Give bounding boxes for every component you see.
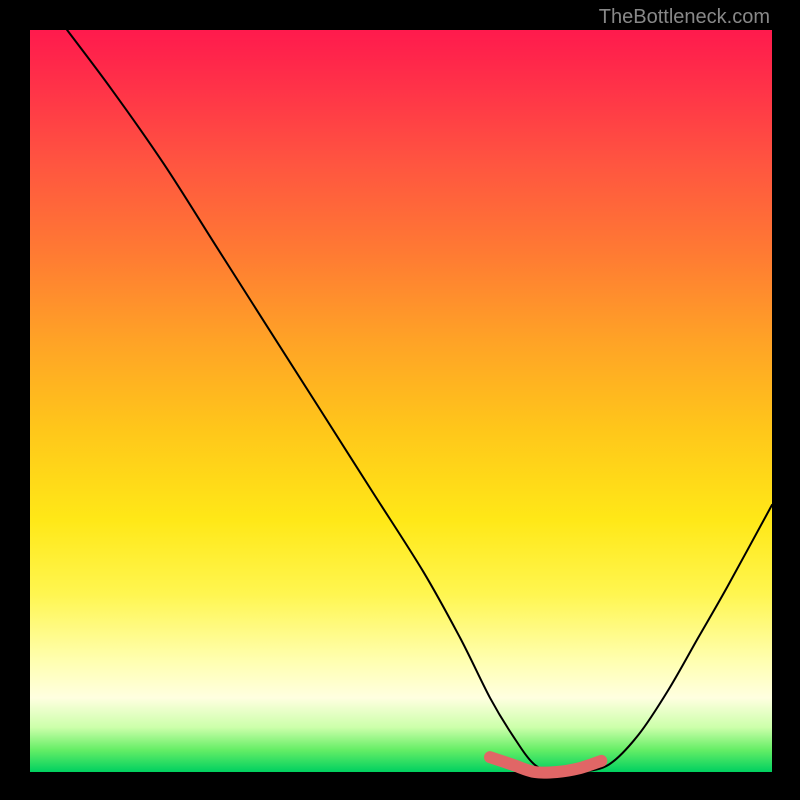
optimal-segment-path xyxy=(490,757,601,772)
watermark-text: TheBottleneck.com xyxy=(599,6,770,29)
bottleneck-curve-path xyxy=(67,30,772,773)
curve-layer xyxy=(30,30,772,772)
plot-area xyxy=(30,30,772,772)
chart-frame: TheBottleneck.com xyxy=(0,0,800,800)
